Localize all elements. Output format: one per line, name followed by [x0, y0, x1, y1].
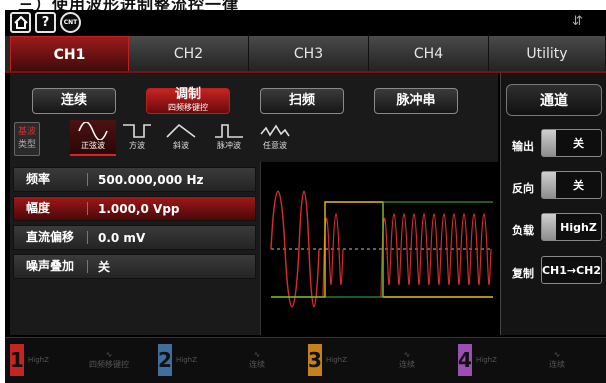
top-caption-text: 三）使用波形进制整流控一律 — [18, 0, 240, 10]
wave-sine-button[interactable]: 正弦波 — [70, 120, 116, 156]
mode-label: 调制 — [174, 86, 201, 102]
toggle-knob — [542, 130, 556, 156]
mode-continuous-button[interactable]: 连续 — [32, 88, 116, 114]
channel-number: 4 — [458, 344, 472, 376]
sine-wave-icon: ∿ — [553, 350, 561, 359]
usb-icon: ⇵ — [572, 14, 583, 29]
wave-label: 正弦波 — [81, 141, 105, 150]
param-name: 噪声叠加 — [14, 260, 88, 273]
sine-wave-icon — [78, 122, 108, 140]
wave-label: 脉冲波 — [217, 141, 241, 150]
toggle-knob — [542, 172, 556, 198]
toggle-value: 关 — [573, 179, 584, 192]
channel-3-status[interactable]: 3 HighZ ∿ 连续 — [308, 340, 454, 380]
param-value: 1.000,0 Vpp — [98, 201, 180, 216]
wave-pulse-button[interactable]: 脉冲波 — [206, 120, 252, 156]
tab-label: CH3 — [293, 46, 324, 62]
sine-wave-icon: ∿ — [403, 350, 411, 359]
wave-ramp-button[interactable]: 斜波 — [158, 120, 204, 156]
channel-load: HighZ — [176, 356, 197, 364]
help-button[interactable]: ? — [35, 12, 56, 33]
param-amplitude[interactable]: 幅度 1.000,0 Vpp — [13, 196, 256, 221]
param-name: 幅度 — [14, 202, 88, 215]
channel-mode: ∿ 连续 — [549, 350, 565, 369]
arbitrary-wave-icon — [260, 124, 290, 137]
tab-ch4[interactable]: CH4 — [369, 36, 489, 72]
tab-label: CH1 — [53, 46, 86, 63]
param-value: 关 — [98, 260, 111, 274]
mode-sublabel: 四频移键控 — [168, 102, 208, 112]
output-toggle[interactable]: 关 — [541, 129, 602, 157]
status-bar — [5, 10, 606, 36]
side-title-text: 通道 — [540, 93, 568, 109]
channel-number: 3 — [308, 344, 322, 376]
home-button[interactable] — [10, 12, 31, 33]
channel-load: HighZ — [326, 356, 347, 364]
waveform-preview — [260, 162, 498, 335]
tab-ch2[interactable]: CH2 — [129, 36, 249, 72]
tab-label: Utility — [526, 46, 568, 62]
channel-2-status[interactable]: 2 HighZ ∿ 连续 — [158, 340, 304, 380]
channel-mode: ∿ 连续 — [249, 350, 265, 369]
param-name: 直流偏移 — [14, 231, 88, 244]
tab-label: CH2 — [173, 46, 204, 62]
mode-label: 扫频 — [288, 93, 315, 108]
channel-load: HighZ — [476, 356, 497, 364]
param-frequency[interactable]: 频率 500.000,000 Hz — [13, 167, 256, 192]
param-name: 频率 — [14, 173, 88, 186]
mode-modulation-button[interactable]: 调制 四频移键控 — [146, 88, 230, 114]
mode-sweep-button[interactable]: 扫频 — [260, 88, 344, 114]
copy-value: CH1→CH2 — [541, 263, 602, 277]
tab-label: CH4 — [413, 46, 444, 62]
mode-label: 脉冲串 — [396, 93, 436, 108]
sine-wave-icon: ∿ — [253, 350, 261, 359]
toggle-value: HighZ — [560, 220, 597, 234]
square-wave-icon — [123, 124, 151, 138]
mode-burst-button[interactable]: 脉冲串 — [374, 88, 458, 114]
channel-4-status[interactable]: 4 HighZ ∿ 连续 — [458, 340, 604, 380]
channel-number: 1 — [10, 344, 24, 376]
pulse-wave-icon — [215, 124, 243, 138]
channel-number: 2 — [158, 344, 172, 376]
side-panel-title: 通道 — [506, 84, 602, 116]
sine-wave-icon: ∿ — [105, 350, 113, 359]
param-value: 0.0 mV — [98, 230, 146, 245]
ramp-wave-icon — [166, 123, 196, 138]
counter-label: CNT — [63, 19, 78, 26]
wave-label: 任意波 — [263, 141, 287, 150]
load-toggle[interactable]: HighZ — [541, 213, 602, 241]
invert-toggle[interactable]: 关 — [541, 171, 602, 199]
param-value: 500.000,000 Hz — [98, 172, 204, 187]
help-label: ? — [41, 15, 50, 30]
load-label: 负载 — [512, 224, 534, 237]
output-label: 输出 — [512, 140, 534, 153]
param-noise[interactable]: 噪声叠加 关 — [13, 254, 256, 279]
wave-arbitrary-button[interactable]: 任意波 — [252, 120, 298, 156]
home-icon — [13, 16, 28, 29]
tab-utility[interactable]: Utility — [489, 36, 606, 72]
toggle-value: 关 — [573, 137, 584, 150]
channel-1-status[interactable]: 1 HighZ ∿ 四频移键控 — [10, 340, 156, 380]
copy-channel-button[interactable]: CH1→CH2 — [541, 256, 602, 284]
top-caption-strip: 三）使用波形进制整流控一律 — [0, 0, 606, 10]
channel-load: HighZ — [28, 356, 49, 364]
base-wave-type-label: 基波 类型 — [14, 122, 40, 156]
channel-mode: ∿ 连续 — [399, 350, 415, 369]
toggle-knob — [542, 214, 556, 240]
invert-label: 反向 — [512, 182, 534, 195]
copy-label: 复制 — [512, 267, 534, 280]
tab-ch3[interactable]: CH3 — [249, 36, 369, 72]
wave-square-button[interactable]: 方波 — [114, 120, 160, 156]
param-dc-offset[interactable]: 直流偏移 0.0 mV — [13, 225, 256, 250]
mode-label: 连续 — [60, 93, 87, 108]
counter-button[interactable]: CNT — [60, 12, 81, 33]
wave-type-line1: 基波 — [17, 127, 36, 137]
waveform-graph — [270, 190, 493, 308]
wave-type-line2: 类型 — [17, 140, 36, 150]
fsk-red-trace — [322, 213, 492, 298]
tab-ch1[interactable]: CH1 — [10, 36, 129, 72]
wave-label: 斜波 — [173, 141, 189, 150]
channel-mode: ∿ 四频移键控 — [89, 350, 129, 369]
wave-label: 方波 — [129, 141, 145, 150]
